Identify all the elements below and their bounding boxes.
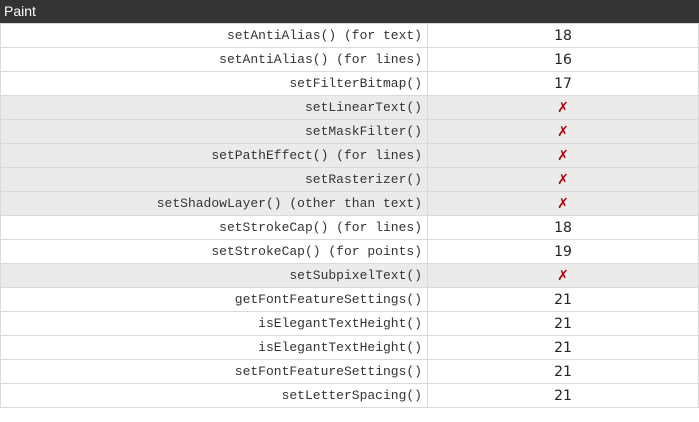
table-row: setSubpixelText() ✗ <box>0 263 699 288</box>
api-table: setAntiAlias() (for text) 18 setAntiAlias(… <box>0 23 699 408</box>
table-row: setLetterSpacing() 21 <box>0 383 699 408</box>
api-level-cell: 18 <box>427 215 699 240</box>
api-method-cell: setStrokeCap() (for points) <box>0 239 428 264</box>
table-row: setFilterBitmap() 17 <box>0 71 699 96</box>
api-method-cell: setAntiAlias() (for lines) <box>0 47 428 72</box>
unsupported-cell: ✗ <box>427 95 699 120</box>
api-level-cell: 21 <box>427 359 699 384</box>
api-method-cell: setFontFeatureSettings() <box>0 359 428 384</box>
table-row: isElegantTextHeight() 21 <box>0 335 699 360</box>
api-method-cell: setFilterBitmap() <box>0 71 428 96</box>
api-method-cell: getFontFeatureSettings() <box>0 287 428 312</box>
api-method-cell: setRasterizer() <box>0 167 428 192</box>
cross-icon: ✗ <box>557 195 569 212</box>
unsupported-cell: ✗ <box>427 143 699 168</box>
api-method-cell: setLinearText() <box>0 95 428 120</box>
api-level-cell: 21 <box>427 311 699 336</box>
cross-icon: ✗ <box>557 171 569 188</box>
table-row: setPathEffect() (for lines) ✗ <box>0 143 699 168</box>
api-method-cell: setSubpixelText() <box>0 263 428 288</box>
unsupported-cell: ✗ <box>427 167 699 192</box>
table-row: setShadowLayer() (other than text) ✗ <box>0 191 699 216</box>
table-row: setStrokeCap() (for points) 19 <box>0 239 699 264</box>
table-header: Paint <box>0 0 699 23</box>
cross-icon: ✗ <box>557 99 569 116</box>
unsupported-cell: ✗ <box>427 191 699 216</box>
api-method-cell: setStrokeCap() (for lines) <box>0 215 428 240</box>
api-method-cell: isElegantTextHeight() <box>0 311 428 336</box>
api-method-cell: setMaskFilter() <box>0 119 428 144</box>
api-method-cell: setAntiAlias() (for text) <box>0 23 428 48</box>
api-support-table: Paint setAntiAlias() (for text) 18 setAnti… <box>0 0 699 422</box>
api-level-cell: 17 <box>427 71 699 96</box>
table-row: setMaskFilter() ✗ <box>0 119 699 144</box>
table-row: setAntiAlias() (for lines) 16 <box>0 47 699 72</box>
cross-icon: ✗ <box>557 123 569 140</box>
api-level-cell: 16 <box>427 47 699 72</box>
table-row: setLinearText() ✗ <box>0 95 699 120</box>
table-row: setFontFeatureSettings() 21 <box>0 359 699 384</box>
unsupported-cell: ✗ <box>427 119 699 144</box>
api-level-cell: 21 <box>427 335 699 360</box>
api-level-cell: 21 <box>427 383 699 408</box>
table-row: getFontFeatureSettings() 21 <box>0 287 699 312</box>
table-row: setRasterizer() ✗ <box>0 167 699 192</box>
api-method-cell: setLetterSpacing() <box>0 383 428 408</box>
api-method-cell: isElegantTextHeight() <box>0 335 428 360</box>
table-row: setAntiAlias() (for text) 18 <box>0 23 699 48</box>
api-level-cell: 18 <box>427 23 699 48</box>
table-body: setAntiAlias() (for text) 18 setAntiAlias(… <box>0 23 699 408</box>
unsupported-cell: ✗ <box>427 263 699 288</box>
api-level-cell: 19 <box>427 239 699 264</box>
api-level-cell: 21 <box>427 287 699 312</box>
cross-icon: ✗ <box>557 147 569 164</box>
api-method-cell: setShadowLayer() (other than text) <box>0 191 428 216</box>
cross-icon: ✗ <box>557 267 569 284</box>
table-row: setStrokeCap() (for lines) 18 <box>0 215 699 240</box>
api-method-cell: setPathEffect() (for lines) <box>0 143 428 168</box>
table-row: isElegantTextHeight() 21 <box>0 311 699 336</box>
